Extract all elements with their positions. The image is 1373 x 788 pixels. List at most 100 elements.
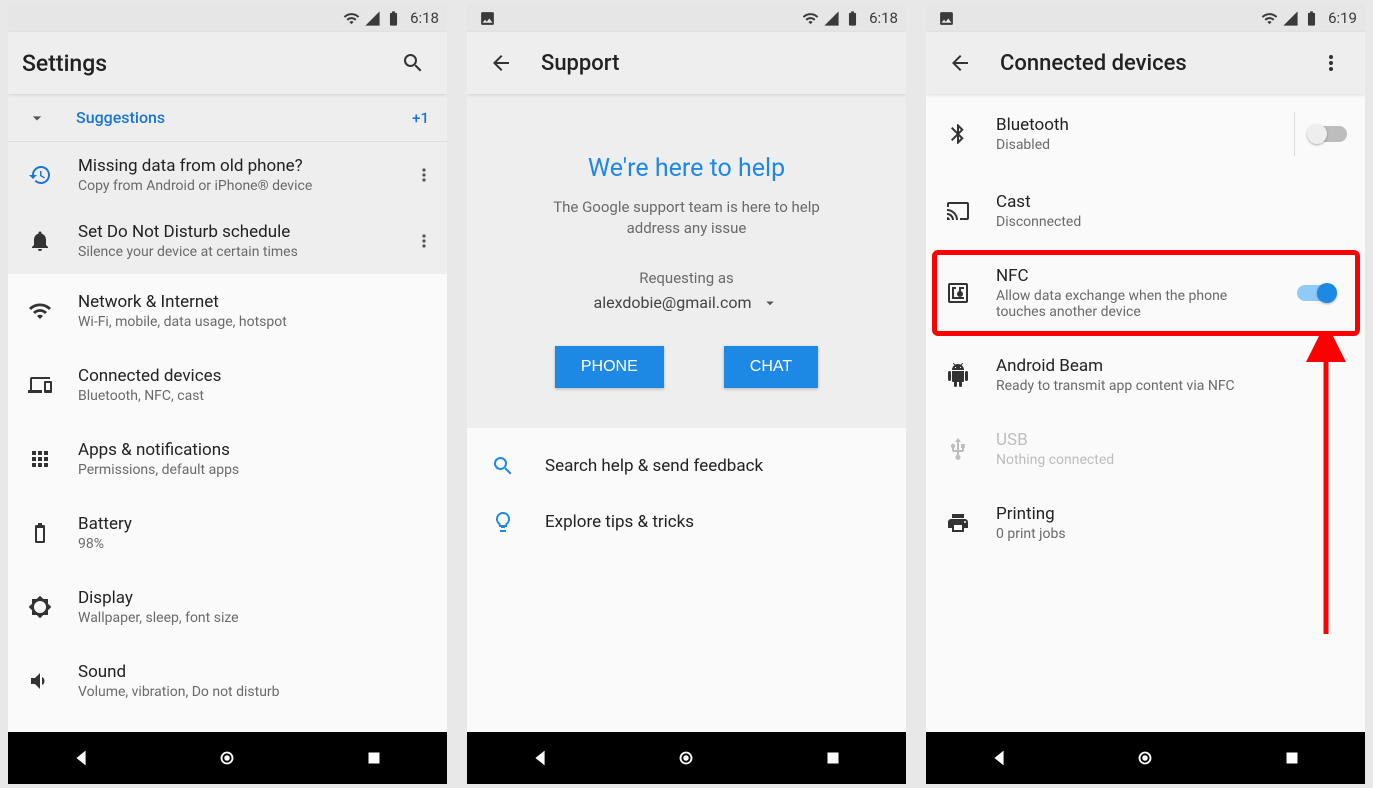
more-button[interactable] bbox=[407, 231, 441, 251]
suggestion-sub: Copy from Android or iPhone® device bbox=[78, 178, 407, 194]
item-printing[interactable]: Printing 0 print jobs bbox=[926, 486, 1365, 560]
item-battery[interactable]: Battery 98% bbox=[8, 496, 447, 570]
item-sound[interactable]: Sound Volume, vibration, Do not disturb bbox=[8, 644, 447, 702]
status-bar: 6:18 bbox=[467, 4, 906, 32]
requesting-label: Requesting as bbox=[487, 269, 886, 287]
item-title: Bluetooth bbox=[996, 115, 1282, 135]
suggestion-sub: Silence your device at certain times bbox=[78, 244, 407, 260]
status-bar: 6:19 bbox=[926, 4, 1365, 32]
chat-button[interactable]: CHAT bbox=[724, 346, 818, 388]
bluetooth-icon bbox=[944, 122, 972, 146]
item-title: NFC bbox=[996, 266, 1289, 286]
nav-recent[interactable] bbox=[344, 747, 404, 769]
page-title: Support bbox=[541, 51, 892, 76]
item-bluetooth[interactable]: Bluetooth Disabled bbox=[926, 94, 1365, 174]
item-sub: Wi-Fi, mobile, data usage, hotspot bbox=[78, 314, 429, 330]
item-usb: USB Nothing connected bbox=[926, 412, 1365, 486]
brightness-icon bbox=[26, 595, 54, 619]
apps-icon bbox=[26, 447, 54, 471]
more-vert-icon bbox=[414, 231, 434, 251]
item-sub: Allow data exchange when the phone touch… bbox=[996, 288, 1256, 320]
item-title: Display bbox=[78, 588, 429, 608]
status-time: 6:19 bbox=[1328, 9, 1357, 27]
support-card: We're here to help The Google support te… bbox=[467, 94, 906, 428]
restore-icon bbox=[26, 163, 54, 187]
row-search-help[interactable]: Search help & send feedback bbox=[467, 438, 906, 494]
suggestions-label: Suggestions bbox=[76, 108, 412, 127]
support-body: We're here to help The Google support te… bbox=[467, 94, 906, 732]
item-cast[interactable]: Cast Disconnected bbox=[926, 174, 1365, 248]
support-sub: The Google support team is here to help … bbox=[537, 197, 837, 239]
phone-button[interactable]: PHONE bbox=[555, 346, 664, 388]
nfc-toggle[interactable] bbox=[1297, 285, 1335, 301]
item-title: Apps & notifications bbox=[78, 440, 429, 460]
suggestions-header[interactable]: Suggestions +1 bbox=[8, 94, 447, 142]
bell-icon bbox=[26, 229, 54, 253]
nav-bar bbox=[467, 732, 906, 784]
item-title: Android Beam bbox=[996, 356, 1347, 376]
arrow-back-icon bbox=[948, 51, 972, 75]
item-nfc[interactable]: NFC Allow data exchange when the phone t… bbox=[926, 248, 1365, 338]
more-vert-icon bbox=[414, 165, 434, 185]
item-title: Sound bbox=[78, 662, 429, 682]
row-tips[interactable]: Explore tips & tricks bbox=[467, 494, 906, 550]
bluetooth-toggle[interactable] bbox=[1309, 126, 1347, 142]
item-sub: Disabled bbox=[996, 137, 1282, 153]
status-time: 6:18 bbox=[869, 9, 898, 27]
nav-home[interactable] bbox=[197, 747, 257, 769]
support-heading: We're here to help bbox=[487, 154, 886, 183]
item-connected-devices[interactable]: Connected devices Bluetooth, NFC, cast bbox=[8, 348, 447, 422]
item-network[interactable]: Network & Internet Wi-Fi, mobile, data u… bbox=[8, 274, 447, 348]
account-selector[interactable]: alexdobie@gmail.com bbox=[487, 293, 886, 312]
nav-recent[interactable] bbox=[1262, 747, 1322, 769]
suggestion-dnd[interactable]: Set Do Not Disturb schedule Silence your… bbox=[8, 208, 447, 274]
more-button[interactable] bbox=[407, 165, 441, 185]
item-title: Network & Internet bbox=[78, 292, 429, 312]
wifi-icon bbox=[26, 299, 54, 323]
battery-icon bbox=[1303, 10, 1320, 27]
item-title: Cast bbox=[996, 192, 1347, 212]
search-button[interactable] bbox=[393, 43, 433, 83]
item-title: Printing bbox=[996, 504, 1347, 524]
item-title: Battery bbox=[78, 514, 429, 534]
arrow-back-icon bbox=[489, 51, 513, 75]
item-title: Connected devices bbox=[78, 366, 429, 386]
nav-back[interactable] bbox=[510, 747, 570, 769]
back-button[interactable] bbox=[481, 43, 521, 83]
nav-home[interactable] bbox=[656, 747, 716, 769]
app-bar: Support bbox=[467, 32, 906, 94]
row-label: Explore tips & tricks bbox=[545, 512, 694, 532]
app-bar: Connected devices bbox=[926, 32, 1365, 94]
item-sub: Wallpaper, sleep, font size bbox=[78, 610, 429, 626]
divider bbox=[1294, 112, 1295, 156]
battery-icon bbox=[26, 521, 54, 545]
battery-icon bbox=[844, 10, 861, 27]
wifi-icon bbox=[343, 10, 360, 27]
help-search-icon bbox=[491, 454, 515, 478]
chevron-down-icon bbox=[26, 108, 48, 128]
item-android-beam[interactable]: Android Beam Ready to transmit app conte… bbox=[926, 338, 1365, 412]
page-title: Settings bbox=[22, 50, 393, 77]
connected-body: Bluetooth Disabled Cast Disconnected NFC… bbox=[926, 94, 1365, 732]
suggestions-block: Suggestions +1 Missing data from old pho… bbox=[8, 94, 447, 274]
nav-back[interactable] bbox=[969, 747, 1029, 769]
suggestion-missing-data[interactable]: Missing data from old phone? Copy from A… bbox=[8, 142, 447, 208]
cast-icon bbox=[944, 199, 972, 223]
back-button[interactable] bbox=[940, 43, 980, 83]
nav-back[interactable] bbox=[51, 747, 111, 769]
dropdown-icon bbox=[761, 294, 779, 312]
item-display[interactable]: Display Wallpaper, sleep, font size bbox=[8, 570, 447, 644]
settings-body: Suggestions +1 Missing data from old pho… bbox=[8, 94, 447, 732]
suggestion-title: Set Do Not Disturb schedule bbox=[78, 222, 407, 242]
nav-home[interactable] bbox=[1115, 747, 1175, 769]
nav-bar bbox=[926, 732, 1365, 784]
item-sub: Bluetooth, NFC, cast bbox=[78, 388, 429, 404]
nfc-icon bbox=[944, 281, 972, 305]
item-sub: 0 print jobs bbox=[996, 526, 1347, 542]
nav-recent[interactable] bbox=[803, 747, 863, 769]
row-label: Search help & send feedback bbox=[545, 456, 763, 476]
item-apps[interactable]: Apps & notifications Permissions, defaul… bbox=[8, 422, 447, 496]
overflow-button[interactable] bbox=[1311, 43, 1351, 83]
item-sub: Ready to transmit app content via NFC bbox=[996, 378, 1347, 394]
status-time: 6:18 bbox=[410, 9, 439, 27]
